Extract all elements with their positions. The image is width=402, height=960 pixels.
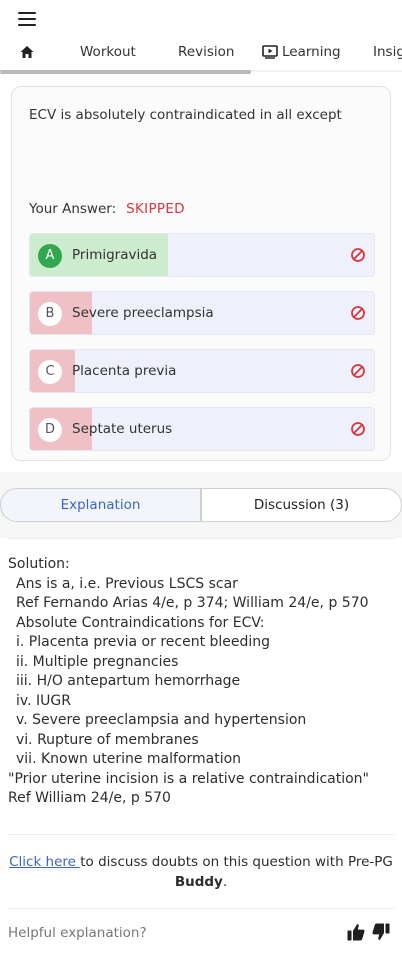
discuss-prompt: Click here to discuss doubts on this que…	[0, 852, 402, 892]
tab-scroll-indicator	[0, 70, 251, 74]
tab-home[interactable]	[19, 40, 35, 70]
helpful-label: Helpful explanation?	[8, 925, 147, 941]
solution-text: Solution: Ans is a, i.e. Previous LSCS s…	[8, 555, 398, 809]
feedback-buttons	[346, 922, 392, 944]
option-a[interactable]: A Primigravida	[29, 233, 375, 277]
not-selected-icon	[351, 306, 365, 320]
discuss-period: .	[222, 874, 228, 890]
not-selected-icon	[351, 248, 365, 262]
option-letter: C	[38, 360, 62, 384]
tab-revision[interactable]: Revision	[178, 40, 234, 70]
question-card: ECV is absolutely contraindicated in all…	[11, 86, 391, 461]
option-text: Severe preeclampsia	[72, 305, 214, 321]
solution-line: Ref Fernando Arias 4/e, p 374; William 2…	[16, 595, 369, 611]
solution-line: ii. Multiple pregnancies	[16, 653, 179, 670]
not-selected-icon	[351, 364, 365, 378]
option-text: Septate uterus	[72, 421, 173, 437]
option-text: Primigravida	[72, 247, 158, 263]
solution-line: Ans is a, i.e. Previous LSCS scar	[16, 575, 238, 592]
solution-line: iii. H/O antepartum hemorrhage	[16, 673, 241, 689]
divider	[8, 538, 394, 539]
solution-heading: Solution:	[8, 556, 70, 572]
explanation-tab[interactable]: Explanation	[0, 488, 201, 522]
solution-line: iv. IUGR	[16, 692, 71, 709]
option-d[interactable]: D Septate uterus	[29, 407, 375, 451]
your-answer-row: Your Answer: SKIPPED	[29, 201, 185, 217]
thumbs-up-icon[interactable]	[346, 922, 366, 942]
discussion-tab[interactable]: Discussion (3)	[201, 488, 402, 522]
divider	[8, 834, 394, 835]
thumbs-down-icon[interactable]	[371, 922, 391, 942]
solution-line: v. Severe preeclampsia and hypertension	[16, 712, 307, 728]
option-letter: B	[38, 302, 62, 326]
solution-line: vii. Known uterine malformation	[16, 751, 242, 767]
solution-reference: Ref William 24/e, p 570	[8, 790, 171, 806]
solution-quote: "Prior uterine incision is a relative co…	[8, 770, 369, 787]
click-here-link[interactable]: Click here	[9, 854, 80, 870]
question-text: ECV is absolutely contraindicated in all…	[29, 107, 342, 123]
your-answer-label: Your Answer:	[29, 201, 117, 217]
discuss-text: to discuss doubts on this question with …	[80, 854, 393, 870]
hamburger-menu-icon[interactable]	[18, 12, 36, 26]
tab-insights[interactable]: Insig	[373, 40, 402, 70]
top-bar	[0, 0, 402, 40]
option-b[interactable]: B Severe preeclampsia	[29, 291, 375, 335]
not-selected-icon	[351, 422, 365, 436]
buddy-brand: Buddy	[174, 874, 223, 890]
answer-status-badge: SKIPPED	[126, 201, 185, 217]
option-c[interactable]: C Placenta previa	[29, 349, 375, 393]
solution-line: i. Placenta previa or recent bleeding	[16, 634, 271, 650]
play-video-icon	[262, 45, 278, 59]
option-letter: D	[38, 418, 62, 442]
option-letter: A	[38, 244, 62, 268]
home-icon	[20, 46, 34, 58]
tab-learning[interactable]: Learning	[262, 40, 341, 70]
tab-workout[interactable]: Workout	[80, 40, 136, 70]
solution-line: vi. Rupture of membranes	[16, 731, 199, 748]
option-text: Placenta previa	[72, 363, 177, 379]
section-tabs: Workout Revision Learning Insig	[0, 40, 402, 74]
solution-line: Absolute Contraindications for ECV:	[16, 614, 265, 631]
divider	[8, 908, 394, 909]
